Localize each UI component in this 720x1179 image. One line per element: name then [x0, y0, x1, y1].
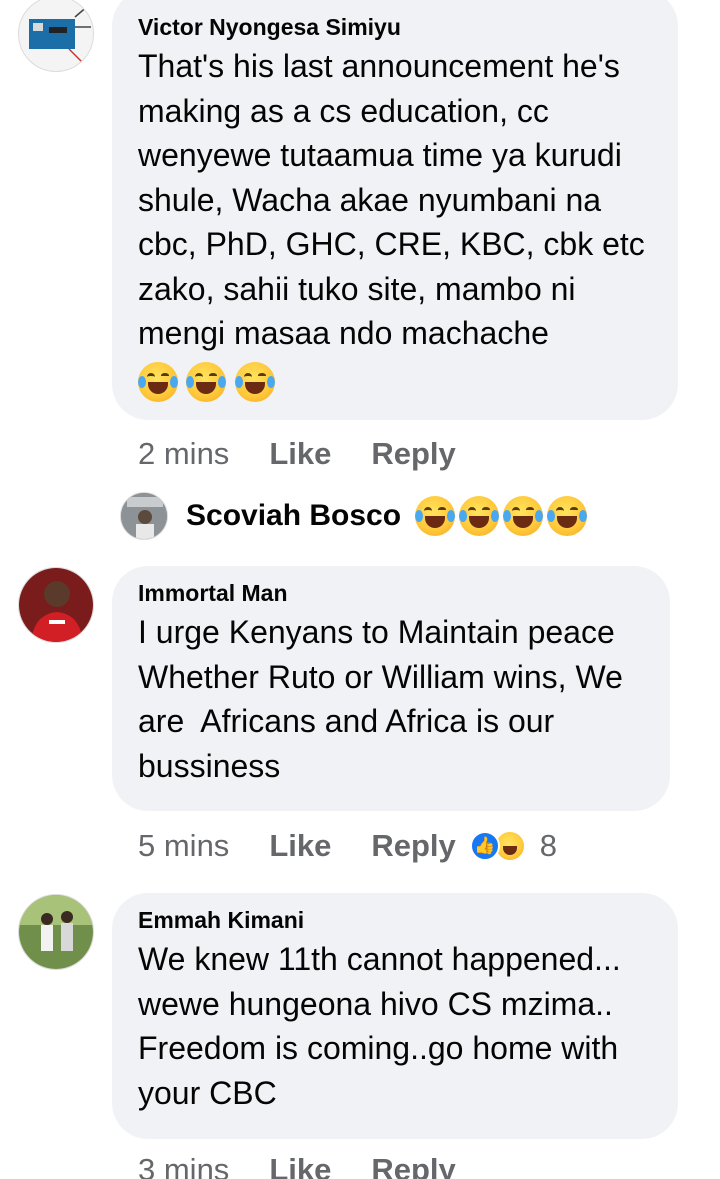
avatar[interactable]: [18, 894, 94, 970]
emoji-row: [138, 361, 652, 406]
reply-button[interactable]: Reply: [371, 436, 455, 472]
comment-bubble: Emmah Kimani We knew 11th cannot happene…: [112, 893, 678, 1139]
comment-meta: 2 mins Like Reply: [138, 436, 456, 472]
emoji-row: [415, 496, 591, 536]
comment-text: We knew 11th cannot happened... wewe hun…: [138, 941, 621, 1111]
reaction-summary[interactable]: 👍 8: [469, 828, 558, 864]
comment-time[interactable]: 5 mins: [138, 828, 229, 864]
person-photo-icon: [19, 568, 93, 642]
reaction-count: 8: [539, 828, 558, 863]
rolling-laughing-emoji-icon: [138, 361, 178, 402]
comment-author[interactable]: Victor Nyongesa Simiyu: [138, 12, 652, 42]
comment-meta: 3 mins Like Reply: [138, 1152, 456, 1179]
rolling-laughing-emoji-icon: [234, 361, 275, 402]
comment-author[interactable]: Emmah Kimani: [138, 905, 652, 935]
reply-preview[interactable]: Scoviah Bosco: [120, 492, 591, 540]
comment-text: I urge Kenyans to Maintain peace Whether…: [138, 614, 623, 784]
comment-text: That's his last announcement he's making…: [138, 48, 645, 351]
like-button[interactable]: Like: [269, 828, 331, 864]
like-icon: 👍: [469, 831, 500, 861]
person-photo-icon: [19, 895, 93, 969]
avatar[interactable]: [120, 492, 168, 540]
rolling-laughing-emoji-icon: [503, 496, 544, 536]
person-photo-icon: [121, 493, 167, 539]
arduino-board-icon: [29, 4, 91, 64]
like-button[interactable]: Like: [269, 1152, 331, 1179]
avatar[interactable]: [18, 0, 94, 72]
rolling-laughing-emoji-icon: [547, 496, 588, 536]
avatar[interactable]: [18, 567, 94, 643]
reply-button[interactable]: Reply: [371, 828, 455, 864]
rolling-laughing-emoji-icon: [415, 496, 456, 536]
comment-bubble: Victor Nyongesa Simiyu That's his last a…: [112, 0, 678, 420]
like-button[interactable]: Like: [269, 436, 331, 472]
comment-bubble: Immortal Man I urge Kenyans to Maintain …: [112, 566, 670, 811]
rolling-laughing-emoji-icon: [459, 496, 500, 536]
reply-author[interactable]: Scoviah Bosco: [186, 499, 401, 533]
comment-author[interactable]: Immortal Man: [138, 578, 644, 608]
reply-button[interactable]: Reply: [371, 1152, 455, 1179]
comment-time[interactable]: 3 mins: [138, 1152, 229, 1179]
rolling-laughing-emoji-icon: [186, 361, 227, 402]
comment-time[interactable]: 2 mins: [138, 436, 229, 472]
comment-meta: 5 mins Like Reply 👍 8: [138, 828, 557, 864]
